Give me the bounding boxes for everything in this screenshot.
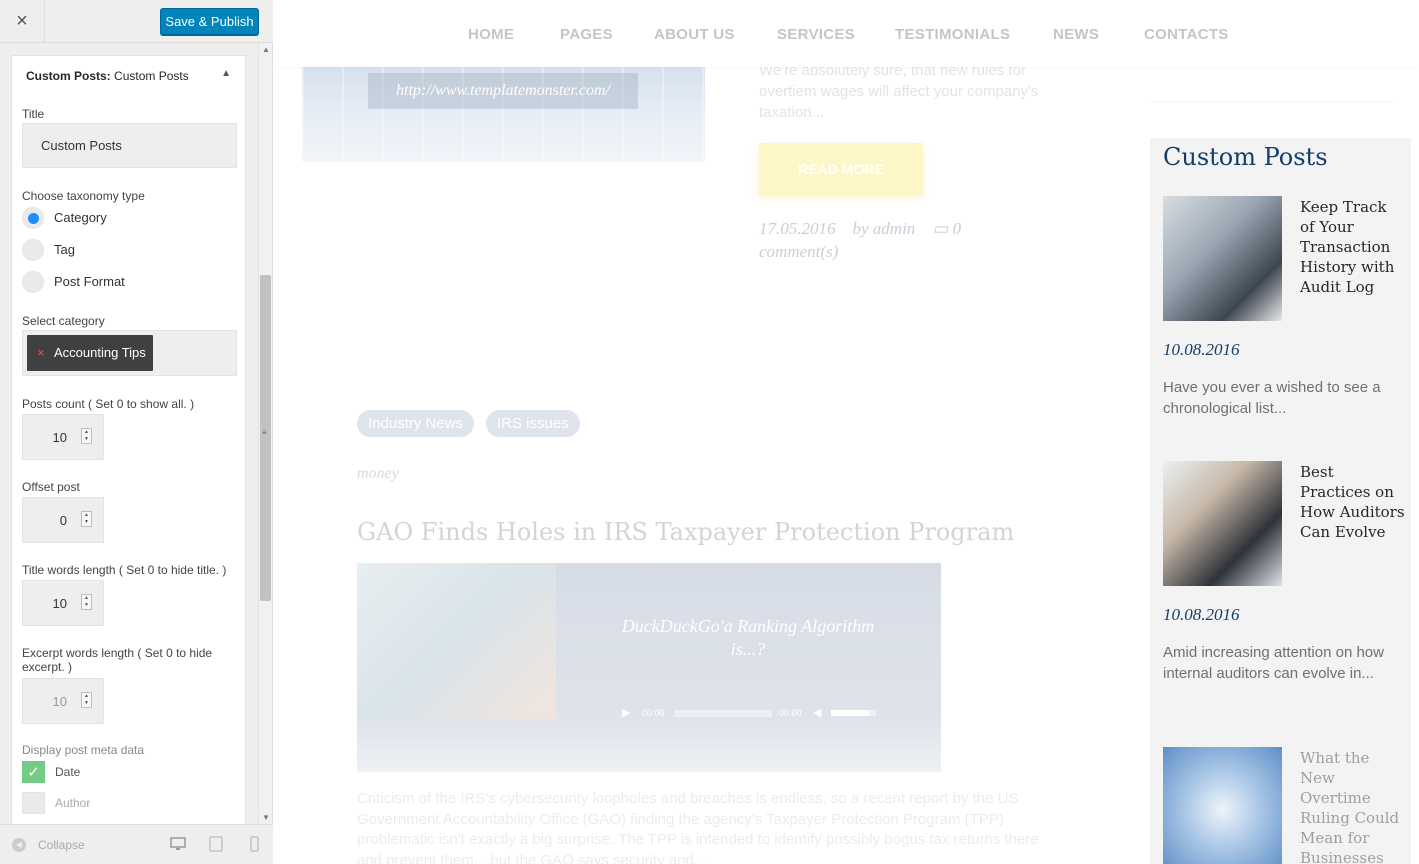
mobile-icon[interactable] [246,836,262,852]
widget-title: Custom Posts: Custom Posts [26,69,189,83]
sidebar-post-title[interactable]: What the New Overtime Ruling Could Mean … [1300,748,1405,864]
sidebar-post-date: 10.08.2016 [1163,605,1240,624]
post-category[interactable]: money [357,465,399,483]
post-thumbnail[interactable] [1163,747,1282,864]
spinner-icon[interactable]: ▲ ▼ [81,692,92,708]
video-time-total: 00:00 [779,708,802,718]
post-author[interactable]: by admin [853,219,916,238]
sidebar-post-title[interactable]: Best Practices on How Auditors Can Evolv… [1300,462,1405,542]
title-words-value: 10 [52,596,67,611]
spinner-icon[interactable]: ▲ ▼ [81,594,92,610]
checkbox[interactable] [22,792,45,814]
tag-industry-news[interactable]: Industry News [357,410,475,437]
video-player[interactable]: DuckDuckGo'a Ranking Algorithm is...? ▶ … [357,563,941,772]
spinner-icon[interactable]: ▲ ▼ [81,428,92,444]
offset-value: 0 [59,513,67,528]
image-caption: http://www.templatemonster.com/ [368,73,638,109]
post-date[interactable]: 17.05.2016 [759,219,836,238]
title-input[interactable]: Custom Posts [22,123,237,168]
post-thumbnail[interactable] [1163,461,1282,586]
sidebar-post-excerpt: Amid increasing attention on how interna… [1163,644,1384,682]
read-more-button[interactable]: READ MORE [759,143,923,195]
nav-item-pages[interactable]: PAGES [560,26,613,43]
title-words-input[interactable]: 10 ▲ ▼ [22,580,104,626]
category-chip: × Accounting Tips [27,335,153,371]
arrow-down-icon[interactable]: ▼ [262,813,270,822]
sidebar-post-title[interactable]: Keep Track of Your Transaction History w… [1300,197,1405,297]
check-label: Author [55,796,91,810]
video-progress-bar[interactable] [674,710,772,717]
remove-icon[interactable]: × [37,335,45,371]
video-time-current: 00:00 [642,708,665,718]
customizer-footer: ◀ Collapse [0,824,273,864]
posts-count-label: Posts count ( Set 0 to show all. ) [22,397,195,411]
video-thumbnail [357,563,556,719]
sidebar-post-date: 10.08.2016 [1163,340,1240,359]
save-publish-button[interactable]: Save & Publish [160,8,259,35]
caret-up-icon[interactable]: ▲ [221,68,231,79]
nav-item-news[interactable]: NEWS [1053,26,1099,43]
post-thumbnail[interactable] [1163,196,1282,321]
excerpt-words-input[interactable]: 10 ▲ ▼ [22,678,104,724]
post-excerpt: We're absolutely sure, that new rules fo… [759,62,1039,121]
radio-label: Post Format [54,274,125,289]
main-nav: HOME PAGES ABOUT US SERVICES TESTIMONIAL… [274,0,1419,67]
collapse-icon[interactable]: ◀ [12,838,26,852]
divider [1150,101,1395,102]
sidebar-post-excerpt: Have you ever a wished to see a chronolo… [1163,379,1381,417]
scrollbar[interactable]: ▲ ≡ ▼ [258,43,272,824]
offset-input[interactable]: 0 ▲ ▼ [22,497,104,543]
nav-item-services[interactable]: SERVICES [777,26,855,43]
customizer-header: × Save & Publish [0,0,273,43]
post-body: Criticism of the IRS's cybersecurity loo… [357,790,1039,864]
taxonomy-label: Choose taxonomy type [22,189,145,203]
post-title[interactable]: GAO Finds Holes in IRS Taxpayer Protecti… [357,518,1014,546]
arrow-up-icon[interactable]: ▲ [262,45,270,54]
category-select[interactable]: × Accounting Tips [22,330,237,376]
radio-button[interactable] [22,207,44,229]
widget-header[interactable]: Custom Posts: Custom Posts ▲ [11,55,246,95]
sidebar-title: Custom Posts [1163,143,1328,171]
nav-item-about[interactable]: ABOUT US [654,26,735,43]
nav-item-home[interactable]: HOME [468,26,514,43]
scrollbar-thumb[interactable] [260,275,271,601]
customizer-panel: × Save & Publish Custom Posts: Custom Po… [0,0,273,864]
tag-irs-issues[interactable]: IRS issues [486,410,580,437]
close-icon[interactable]: × [0,0,45,43]
desktop-icon[interactable] [170,836,186,852]
site-preview: HOME PAGES ABOUT US SERVICES TESTIMONIAL… [274,0,1419,864]
volume-slider[interactable] [831,710,876,716]
play-icon[interactable]: ▶ [622,706,630,719]
meta-label: Display post meta data [22,743,145,757]
comment-icon: ▭ [932,219,949,238]
tablet-icon[interactable] [208,836,224,852]
category-chip-label: Accounting Tips [54,345,146,360]
radio-button[interactable] [22,239,44,261]
check-label: Date [55,765,81,779]
volume-icon[interactable]: ◀ [813,706,821,719]
collapse-label[interactable]: Collapse [38,838,85,852]
radio-button[interactable] [22,271,44,293]
offset-label: Offset post [22,480,80,494]
video-title: DuckDuckGo'a Ranking Algorithm is...? [621,616,875,659]
excerpt-words-label: Excerpt words length ( Set 0 to hide exc… [22,646,213,674]
title-words-label: Title words length ( Set 0 to hide title… [22,563,227,577]
nav-item-contacts[interactable]: CONTACTS [1144,26,1229,43]
title-label: Title [22,107,45,121]
post-meta: 17.05.2016 by admin ▭ 0 comment(s) [759,217,1019,263]
excerpt-words-value: 10 [52,694,67,709]
checkmark-icon[interactable]: ✓ [22,761,45,783]
radio-label: Category [54,210,107,225]
sidebar-custom-posts: Custom Posts Keep Track of Your Transact… [1150,138,1411,864]
posts-count-input[interactable]: 10 ▲ ▼ [22,414,104,460]
nav-item-testimonials[interactable]: TESTIMONIALS [895,26,1010,43]
customizer-scroll-area: Custom Posts: Custom Posts ▲ Title Custo… [0,43,273,824]
spinner-icon[interactable]: ▲ ▼ [81,511,92,527]
widget-form: Title Custom Posts Choose taxonomy type … [11,94,246,824]
grip-icon: ≡ [262,428,267,437]
radio-label: Tag [54,242,75,257]
category-label: Select category [22,314,105,328]
posts-count-value: 10 [52,430,67,445]
